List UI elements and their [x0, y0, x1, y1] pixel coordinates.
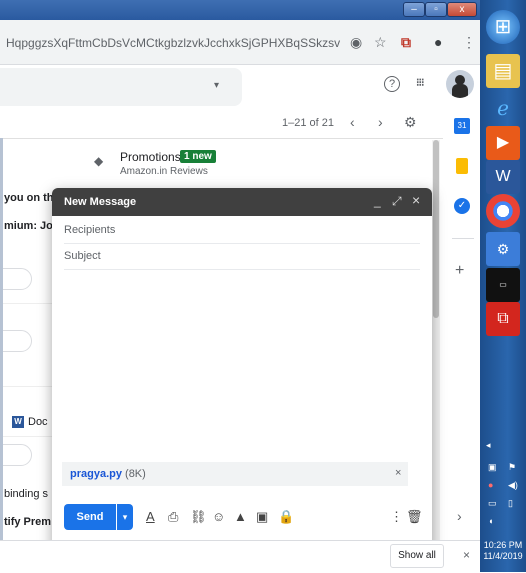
message-body[interactable] — [64, 276, 420, 454]
close-downloads-bar-icon[interactable]: × — [463, 548, 470, 562]
doc-attachment-name[interactable]: Doc — [28, 416, 52, 428]
add-addon-icon[interactable]: + — [455, 262, 464, 280]
left-edge-border — [0, 138, 3, 540]
mypc-icon[interactable]: ▭ — [486, 268, 520, 302]
network-icon[interactable]: ▣ — [488, 462, 497, 473]
avatar-body — [452, 84, 468, 98]
word-doc-icon: W — [12, 416, 24, 428]
row-divider — [0, 386, 52, 387]
clock-date: 11/4/2019 — [483, 551, 523, 561]
power-icon[interactable]: ▯ — [508, 498, 513, 509]
promotions-sender: Amazon.in Reviews — [120, 166, 208, 177]
internet-explorer-icon[interactable]: ℯ — [486, 92, 520, 126]
pdf-extension-icon[interactable]: ⧉ — [401, 34, 411, 51]
show-all-downloads-button[interactable]: Show all — [390, 544, 444, 568]
acrobat-reader-icon[interactable]: ⧉ — [486, 302, 520, 336]
action-center-icon[interactable]: ⚑ — [508, 462, 516, 473]
account-avatar[interactable] — [446, 70, 474, 98]
google-apps-icon[interactable]: ⁝⁝⁝ — [416, 76, 424, 89]
python-icon[interactable]: ⚙ — [486, 232, 520, 266]
confidential-mode-icon[interactable]: 🔒 — [278, 509, 294, 525]
volume-icon[interactable]: ◀) — [508, 480, 518, 491]
maximize-window-button[interactable]: ▫ — [425, 2, 447, 17]
insert-emoji-icon[interactable]: ☺ — [212, 509, 225, 524]
recipients-underline — [64, 243, 420, 244]
pagination-count: 1–21 of 21 — [282, 117, 334, 129]
clock-time: 10:26 PM — [483, 540, 523, 550]
row-divider — [0, 436, 52, 437]
inbox-scrollbar-thumb[interactable] — [433, 140, 439, 318]
recipients-field[interactable]: Recipients — [64, 224, 115, 236]
show-side-panel-icon[interactable]: › — [457, 508, 462, 524]
chrome-icon[interactable] — [486, 194, 520, 228]
previous-page-icon[interactable]: ‹ — [350, 114, 355, 130]
row-divider — [0, 303, 52, 304]
toolbar-divider — [0, 138, 443, 139]
close-window-button[interactable]: x — [447, 2, 477, 17]
email-subject-fragment[interactable]: tify Prem — [4, 516, 52, 528]
compose-close-icon[interactable]: × — [412, 192, 420, 208]
keep-icon[interactable] — [456, 158, 468, 174]
more-options-icon[interactable]: ⋮ — [390, 509, 403, 525]
insert-photo-icon[interactable]: ▣ — [256, 509, 268, 525]
tray-expand-icon[interactable]: ◂ — [486, 440, 491, 451]
attachment-name: pragya.py — [70, 468, 122, 480]
attachment-filename[interactable]: pragya.py (8K) — [70, 468, 146, 480]
word-icon[interactable]: W — [486, 160, 520, 194]
email-subject-fragment[interactable]: binding s — [4, 488, 52, 500]
attachment-item[interactable]: pragya.py (8K) × — [62, 462, 408, 486]
browser-menu-icon[interactable]: ⋮ — [462, 34, 476, 51]
next-page-icon[interactable]: › — [378, 114, 383, 130]
compose-title: New Message — [64, 196, 137, 208]
file-explorer-icon[interactable]: ▤ — [486, 54, 520, 88]
star-icon[interactable]: ☆ — [374, 34, 387, 51]
compose-expand-icon[interactable]: ⤢ — [392, 194, 402, 209]
profile-icon[interactable]: ● — [434, 34, 442, 50]
calendar-icon[interactable]: 31 — [454, 118, 470, 134]
remove-attachment-icon[interactable]: × — [395, 467, 401, 479]
promotions-new-badge: 1 new — [180, 150, 216, 163]
attachment-chip[interactable] — [0, 444, 32, 466]
display-icon[interactable]: ▭ — [488, 498, 497, 509]
attachment-size: (8K) — [125, 468, 146, 480]
send-options-button[interactable]: ▾ — [117, 504, 133, 530]
attachment-chip[interactable] — [0, 330, 32, 352]
taskbar-clock[interactable]: 10:26 PM 11/4/2019 — [480, 540, 526, 562]
minimize-window-button[interactable]: – — [403, 2, 425, 17]
search-options-dropdown-icon[interactable]: ▾ — [214, 80, 219, 91]
media-player-icon[interactable]: ▶ — [486, 126, 520, 160]
discard-draft-icon[interactable]: 🗑 — [406, 509, 423, 525]
attachment-chip[interactable] — [0, 268, 32, 290]
side-panel-divider — [452, 238, 474, 239]
settings-gear-icon[interactable]: ⚙ — [404, 114, 417, 131]
attach-file-icon[interactable]: ⎙ — [168, 509, 178, 525]
promotions-label[interactable]: Promotions — [120, 150, 181, 164]
send-button[interactable]: Send — [64, 504, 116, 530]
antivirus-icon[interactable]: ● — [488, 480, 493, 490]
start-button[interactable]: ⊞ — [486, 10, 520, 44]
search-bar[interactable] — [0, 68, 242, 106]
formatting-options-icon[interactable]: A — [146, 509, 155, 524]
email-subject-fragment[interactable]: you on th — [4, 192, 52, 204]
subject-field[interactable]: Subject — [64, 250, 101, 262]
url-text[interactable]: HqpggzsXqFttmCbDsVcMCtkgbzlzvkJcchxkSjGP… — [6, 36, 340, 50]
email-subject-fragment[interactable]: mium: Jo — [4, 220, 52, 232]
google-drive-icon[interactable]: ▲ — [234, 509, 247, 524]
speaker-icon[interactable]: ◖ — [488, 516, 493, 526]
promotions-tag-icon: ◆ — [94, 154, 104, 168]
compose-minimize-icon[interactable]: _ — [374, 194, 381, 208]
eye-icon[interactable]: ◉ — [350, 34, 362, 51]
compose-window: New Message _ ⤢ × Recipients Subject pra… — [52, 188, 432, 572]
tasks-icon[interactable]: ✓ — [454, 198, 470, 214]
insert-link-icon[interactable]: ⛓ — [190, 509, 207, 525]
subject-underline — [64, 269, 420, 270]
help-icon[interactable]: ? — [384, 76, 400, 92]
